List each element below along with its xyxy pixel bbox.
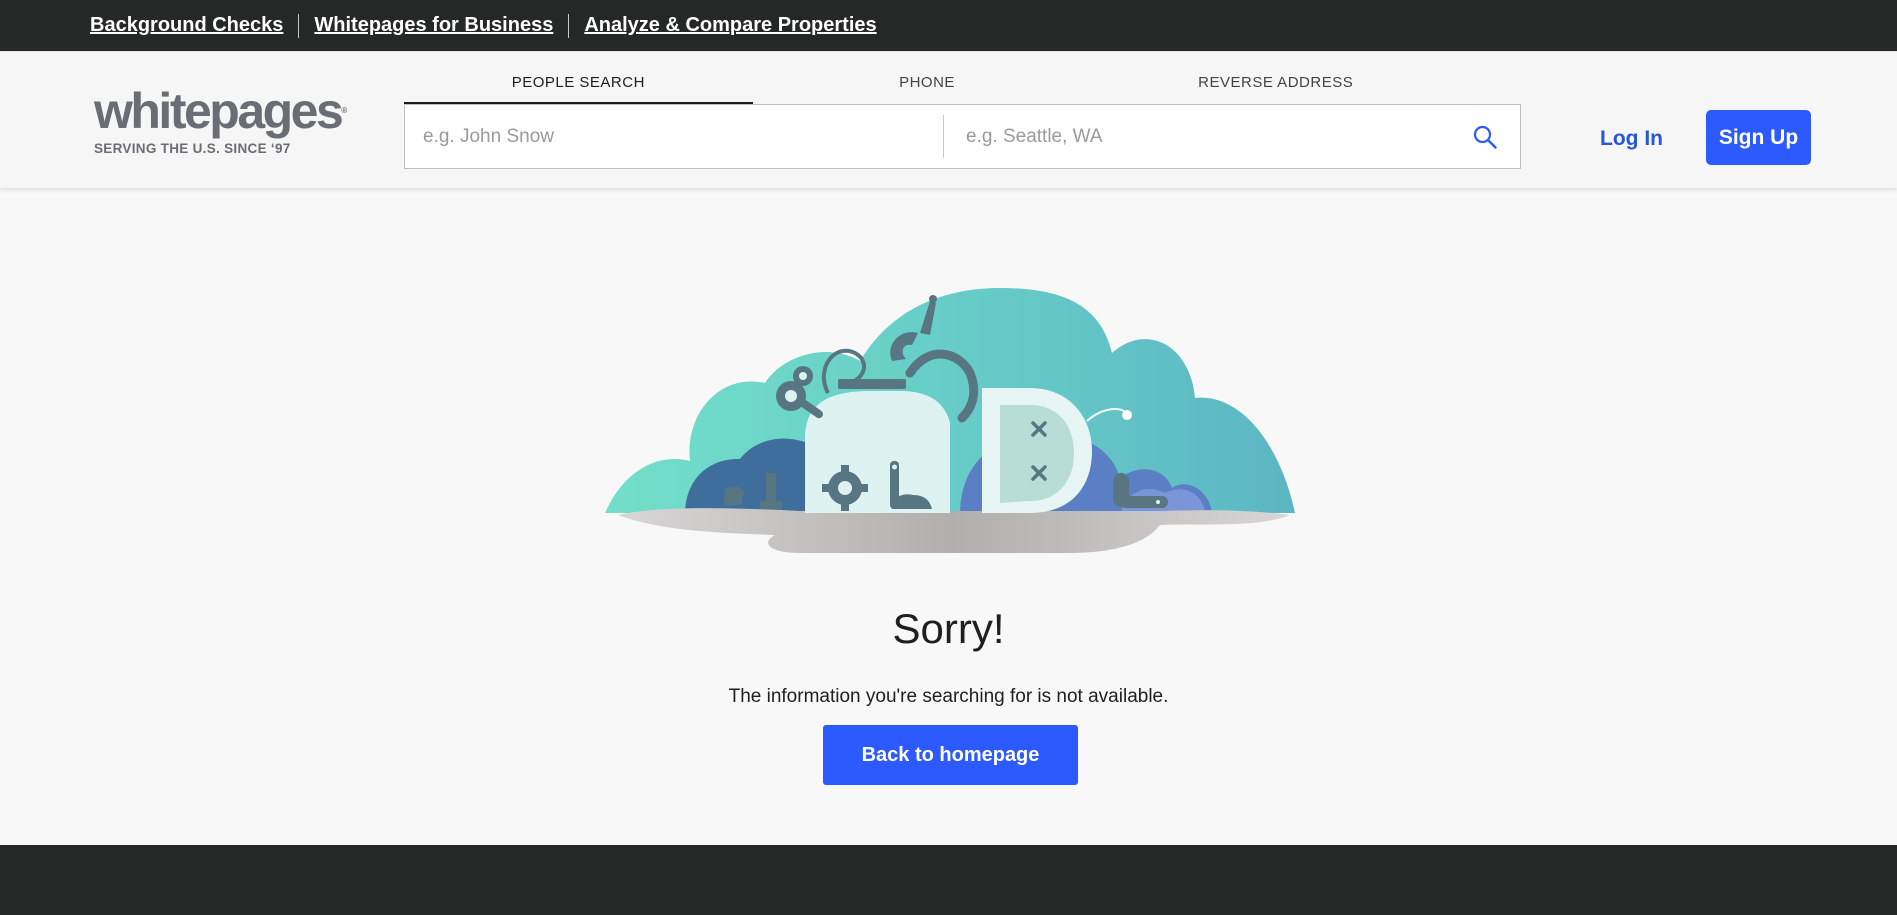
error-message: The information you're searching for is … [728, 686, 1169, 707]
top-utility-links: Background Checks Whitepages for Busines… [90, 0, 877, 51]
log-in-link[interactable]: Log In [1600, 124, 1663, 154]
tab-reverse-address[interactable]: REVERSE ADDRESS [1101, 52, 1450, 104]
link-divider [568, 13, 570, 38]
analyze-compare-properties-link[interactable]: Analyze & Compare Properties [584, 14, 876, 37]
search-icon [1473, 125, 1497, 149]
error-title: Sorry! [892, 605, 1005, 652]
search-tabs: PEOPLE SEARCH PHONE REVERSE ADDRESS [404, 52, 1450, 104]
whitepages-logo[interactable]: whitepages® SERVING THE U.S. SINCE ‘97 [94, 86, 347, 166]
site-header: whitepages® SERVING THE U.S. SINCE ‘97 P… [0, 51, 1897, 188]
search-form [404, 104, 1521, 169]
logo-wordmark: whitepages [94, 83, 344, 139]
sign-up-button[interactable]: Sign Up [1706, 110, 1811, 165]
site-footer [0, 845, 1897, 915]
search-button[interactable] [1450, 105, 1520, 168]
tab-phone[interactable]: PHONE [753, 52, 1102, 104]
background-checks-link[interactable]: Background Checks [90, 14, 283, 37]
location-search-input[interactable] [944, 105, 1444, 168]
link-divider [298, 13, 300, 38]
logo-tagline: SERVING THE U.S. SINCE ‘97 [94, 141, 291, 156]
top-utility-bar: Background Checks Whitepages for Busines… [0, 0, 1897, 51]
name-search-input[interactable] [405, 105, 943, 168]
trademark-mark: ® [341, 106, 348, 115]
tab-people-search[interactable]: PEOPLE SEARCH [404, 52, 753, 104]
back-to-homepage-button[interactable]: Back to homepage [823, 725, 1078, 785]
whitepages-for-business-link[interactable]: Whitepages for Business [314, 14, 553, 37]
broken-robot-illustration [605, 288, 1295, 553]
